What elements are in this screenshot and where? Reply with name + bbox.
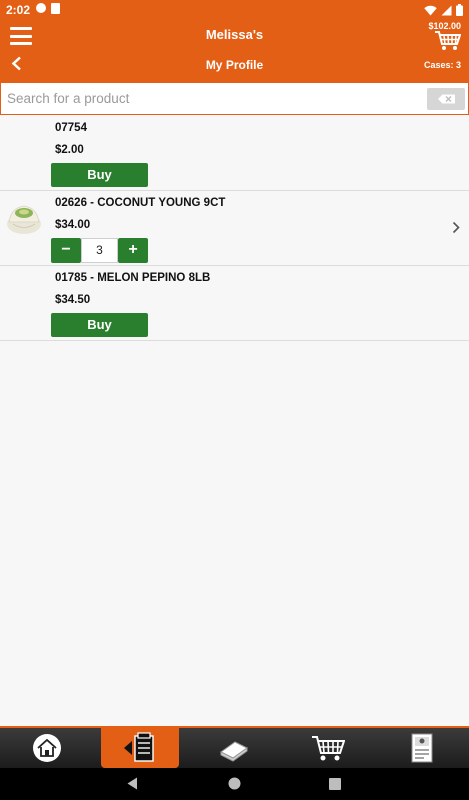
system-recents-icon[interactable] <box>329 778 341 790</box>
page-title: My Profile <box>205 58 264 72</box>
search-bar <box>0 82 469 115</box>
notification-app-icon <box>36 3 46 13</box>
status-bar: 2:02 <box>0 0 469 20</box>
order-guide-icon <box>124 732 154 762</box>
system-indicators <box>424 4 463 16</box>
app-header: Melissa's $102.00 My Profile Cases: 3 <box>0 20 469 82</box>
product-row[interactable]: 01785 - MELON PEPINO 8LB $34.50 Buy <box>0 266 469 341</box>
cart-icon <box>312 736 345 761</box>
signal-icon <box>441 5 452 15</box>
quantity-field[interactable]: 3 <box>81 238 118 263</box>
cases-count: Cases: 3 <box>423 60 461 70</box>
notification-icons <box>36 3 60 14</box>
nav-order-guide[interactable] <box>101 728 179 768</box>
nav-account[interactable] <box>383 728 461 768</box>
system-home-icon[interactable] <box>228 777 241 790</box>
buy-button[interactable]: Buy <box>51 163 148 187</box>
system-back-icon[interactable] <box>127 777 138 790</box>
chevron-right-icon[interactable] <box>452 221 460 234</box>
buy-button[interactable]: Buy <box>51 313 148 337</box>
sd-card-icon <box>51 3 60 14</box>
catalog-icon <box>220 741 248 762</box>
clear-search-button[interactable] <box>427 88 465 110</box>
battery-icon <box>456 4 463 16</box>
decrease-quantity-button[interactable]: − <box>51 238 81 263</box>
product-sku: 01785 - MELON PEPINO 8LB <box>55 272 211 284</box>
product-price: $34.50 <box>55 294 91 306</box>
search-input[interactable] <box>7 87 417 110</box>
product-row[interactable]: 02626 - COCONUT YOUNG 9CT $34.00 − 3 + <box>0 191 469 266</box>
product-sku: 02626 - COCONUT YOUNG 9CT <box>55 197 226 209</box>
product-sku: 07754 <box>55 122 87 134</box>
product-row[interactable]: 07754 $2.00 Buy <box>0 116 469 191</box>
bottom-nav <box>0 726 469 768</box>
system-nav-bar <box>0 768 469 800</box>
cart-total: $102.00 <box>428 21 461 31</box>
product-list: 07754 $2.00 Buy 02626 - COCONUT YOUNG 9C… <box>0 116 469 341</box>
product-price: $34.00 <box>55 219 91 231</box>
account-icon <box>411 733 433 763</box>
status-time: 2:02 <box>6 3 31 17</box>
nav-home[interactable] <box>8 728 86 768</box>
product-price: $2.00 <box>55 144 84 156</box>
product-image-coconut <box>7 205 41 234</box>
backspace-icon <box>438 94 455 104</box>
wifi-icon <box>424 5 437 15</box>
header-cart-icon[interactable] <box>435 31 461 51</box>
store-name: Melissa's <box>205 27 264 42</box>
nav-catalog[interactable] <box>195 728 273 768</box>
quantity-stepper: − 3 + <box>51 238 148 263</box>
increase-quantity-button[interactable]: + <box>118 238 148 263</box>
nav-cart[interactable] <box>289 728 367 768</box>
home-icon <box>33 734 61 762</box>
